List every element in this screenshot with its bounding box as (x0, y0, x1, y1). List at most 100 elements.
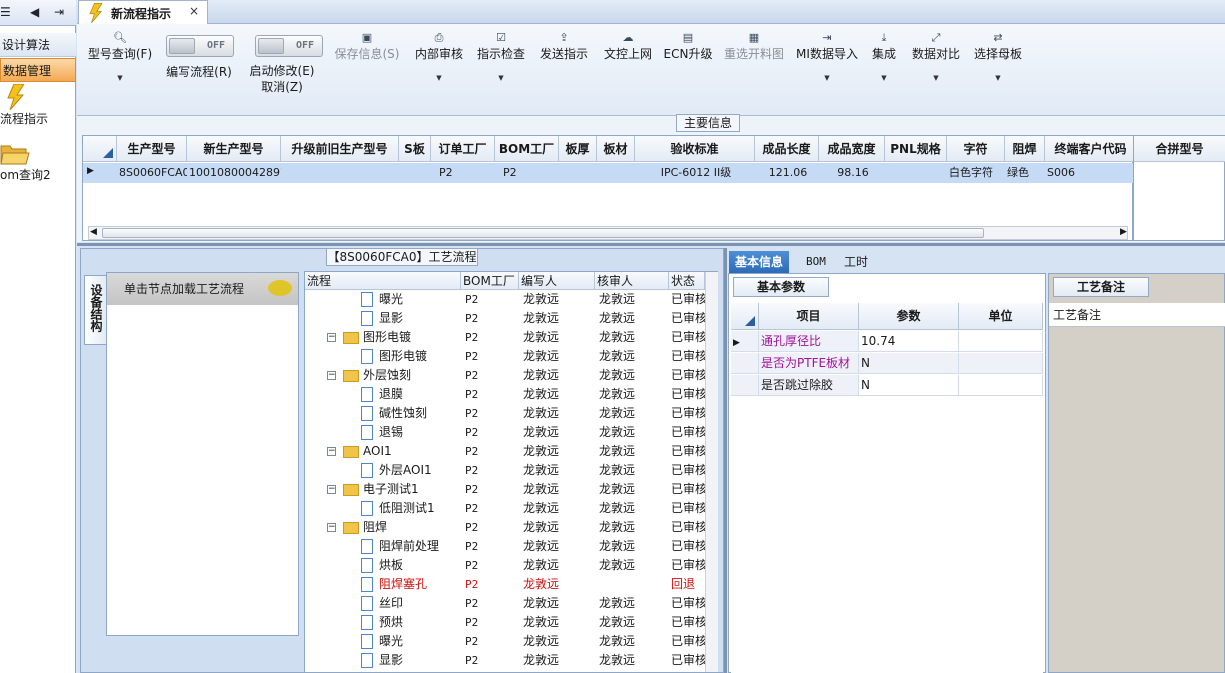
column-header[interactable]: 成品长度 (755, 136, 819, 162)
row-header[interactable]: ▶ (731, 331, 759, 352)
mi-data-import-button[interactable]: ⇥ MI数据导入 ▼ (794, 31, 860, 82)
table-cell[interactable]: P2 (437, 163, 501, 183)
chevron-down-icon[interactable]: ▼ (866, 74, 902, 82)
back-arrow-icon[interactable]: ◀ (30, 5, 39, 19)
vertical-scrollbar[interactable] (705, 272, 718, 672)
tree-row[interactable]: 预烘 P2 龙敦远 龙敦远 已审核 (305, 613, 707, 632)
column-header[interactable]: 板厚 (559, 136, 597, 162)
collapse-arrow-icon[interactable]: ⇥ (54, 5, 64, 19)
tree-row[interactable]: 曝光 P2 龙敦远 龙敦远 已审核 (305, 632, 707, 651)
column-header[interactable]: 参数 (859, 303, 959, 330)
select-mother-board-button[interactable]: ⇄ 选择母板 ▼ (970, 31, 1026, 82)
menu-icon[interactable]: ☰ (0, 5, 11, 19)
collapse-icon[interactable]: − (327, 333, 336, 342)
chevron-down-icon[interactable]: ▼ (412, 74, 466, 82)
tab-bom[interactable]: BOM (800, 251, 832, 273)
chevron-down-icon[interactable]: ▼ (794, 74, 860, 82)
column-header[interactable]: 终端客户代码 (1045, 136, 1137, 162)
tree-row[interactable]: − 电子测试1 P2 龙敦远 龙敦远 已审核 (305, 480, 707, 499)
row-header[interactable] (731, 353, 759, 374)
close-icon[interactable]: × (189, 4, 199, 18)
column-header[interactable]: 状态 (669, 272, 705, 290)
chevron-down-icon[interactable]: ▼ (908, 74, 964, 82)
tree-row[interactable]: − 阻焊 P2 龙敦远 龙敦远 已审核 (305, 518, 707, 537)
column-header[interactable]: 订单工厂 (431, 136, 495, 162)
tree-row[interactable]: 显影 P2 龙敦远 龙敦远 已审核 (305, 651, 707, 670)
table-cell[interactable]: 白色字符 (947, 163, 1005, 183)
table-cell[interactable]: IPC-6012 II级 (635, 163, 755, 183)
start-modify-toggle[interactable]: OFF (255, 35, 323, 57)
tree-row[interactable]: 低阻测试1 P2 龙敦远 龙敦远 已审核 (305, 499, 707, 518)
sidebar-item-design-algorithm[interactable]: 设计算法 (0, 33, 76, 57)
param-unit[interactable] (959, 331, 1043, 352)
cancel-label[interactable]: 取消(Z) (261, 80, 303, 94)
column-header[interactable]: 板材 (597, 136, 635, 162)
tree-row[interactable]: 退膜 P2 龙敦远 龙敦远 已审核 (305, 385, 707, 404)
tree-row[interactable]: 外层AOI1 P2 龙敦远 龙敦远 已审核 (305, 461, 707, 480)
tab-equipment-structure[interactable]: 设备结构 (84, 275, 106, 345)
tree-row[interactable]: − 图形电镀 P2 龙敦远 龙敦远 已审核 (305, 328, 707, 347)
table-cell[interactable]: 8S0060FCA0 (117, 163, 187, 183)
instruction-check-button[interactable]: ☑ 指示检查 ▼ (474, 31, 528, 82)
column-header[interactable]: S板 (399, 136, 431, 162)
data-compare-button[interactable]: ⤢ 数据对比 ▼ (908, 31, 964, 82)
column-header[interactable]: BOM工厂 (495, 136, 559, 162)
tree-row[interactable]: 显影 P2 龙敦远 龙敦远 已审核 (305, 309, 707, 328)
sidebar-app-bom-query[interactable]: om查询2 (0, 142, 74, 183)
column-header[interactable]: 合拼型号 (1134, 136, 1225, 162)
tree-row[interactable]: 丝印 P2 龙敦远 龙敦远 已审核 (305, 594, 707, 613)
row-header[interactable] (731, 375, 759, 396)
column-header[interactable]: 核审人 (595, 272, 669, 290)
tab-work-hours[interactable]: 工时 (838, 251, 874, 273)
param-value[interactable]: N (859, 353, 959, 374)
tree-row[interactable]: 烘板 P2 龙敦远 龙敦远 已审核 (305, 556, 707, 575)
ecn-upgrade-button[interactable]: ▤ ECN升级 (662, 31, 714, 62)
internal-review-button[interactable]: ⎙ 内部审核 ▼ (412, 31, 466, 82)
tree-row[interactable]: 曝光 P2 龙敦远 龙敦远 已审核 (305, 290, 707, 309)
horizontal-splitter[interactable] (77, 243, 1225, 246)
collapse-icon[interactable]: − (327, 485, 336, 494)
sidebar-item-data-management[interactable]: 数据管理 (0, 58, 76, 82)
start-modify-label[interactable]: 启动修改(E) 取消(Z) (244, 63, 320, 95)
column-header[interactable]: 生产型号 (117, 136, 187, 162)
table-cell[interactable]: 绿色 (1005, 163, 1045, 183)
column-header[interactable]: 阻焊 (1005, 136, 1045, 162)
scroll-right-icon[interactable]: ▶ (1120, 227, 1127, 237)
tree-row[interactable]: 退锡 P2 龙敦远 龙敦远 已审核 (305, 423, 707, 442)
save-info-button[interactable]: ▣ 保存信息(S) (330, 31, 404, 62)
table-cell[interactable]: 121.06 (755, 163, 819, 183)
horizontal-scroll-thumb[interactable] (102, 228, 984, 238)
chevron-down-icon[interactable]: ▼ (970, 74, 1026, 82)
tree-row[interactable]: − AOI1 P2 龙敦远 龙敦远 已审核 (305, 442, 707, 461)
table-cell[interactable]: S006 (1045, 163, 1137, 183)
param-value[interactable]: 10.74 (859, 331, 959, 352)
collapse-icon[interactable]: − (327, 447, 336, 456)
param-unit[interactable] (959, 353, 1043, 374)
column-header[interactable]: 成品宽度 (819, 136, 885, 162)
table-cell[interactable]: P2 (501, 163, 565, 183)
model-query-button[interactable]: 🔍︎ 型号查询(F) ▼ (84, 31, 156, 82)
column-header[interactable]: 项目 (759, 303, 859, 330)
scroll-left-icon[interactable]: ◀ (90, 227, 97, 237)
tree-row[interactable]: 图形电镀 P2 龙敦远 龙敦远 已审核 (305, 347, 707, 366)
param-unit[interactable] (959, 375, 1043, 396)
process-note-caption[interactable]: 工艺备注 (1053, 277, 1149, 297)
column-header[interactable]: 字符 (947, 136, 1005, 162)
integrate-button[interactable]: ⤓ 集成 ▼ (866, 31, 902, 82)
doc-control-online-button[interactable]: ☁ 文控上网 (600, 31, 656, 62)
table-cell[interactable]: 98.16 (819, 163, 885, 183)
column-header[interactable]: 编写人 (519, 272, 595, 290)
basic-params-caption[interactable]: 基本参数 (733, 277, 829, 297)
tree-row[interactable]: 阻焊前处理 P2 龙敦远 龙敦远 已审核 (305, 537, 707, 556)
column-header[interactable]: 流程 (305, 272, 461, 290)
chevron-down-icon[interactable]: ▼ (474, 74, 528, 82)
chevron-down-icon[interactable]: ▼ (84, 74, 156, 82)
collapse-icon[interactable]: − (327, 523, 336, 532)
table-cell[interactable]: 10010800042897 (187, 163, 281, 183)
tree-row[interactable]: − 外层蚀刻 P2 龙敦远 龙敦远 已审核 (305, 366, 707, 385)
column-header[interactable]: 升级前旧生产型号 (281, 136, 399, 162)
column-header[interactable]: PNL规格 (885, 136, 947, 162)
column-header[interactable]: BOM工厂 (461, 272, 519, 290)
send-instruction-button[interactable]: ⇪ 发送指示 (536, 31, 592, 62)
tab-new-process[interactable]: 新流程指示 × (78, 0, 208, 24)
